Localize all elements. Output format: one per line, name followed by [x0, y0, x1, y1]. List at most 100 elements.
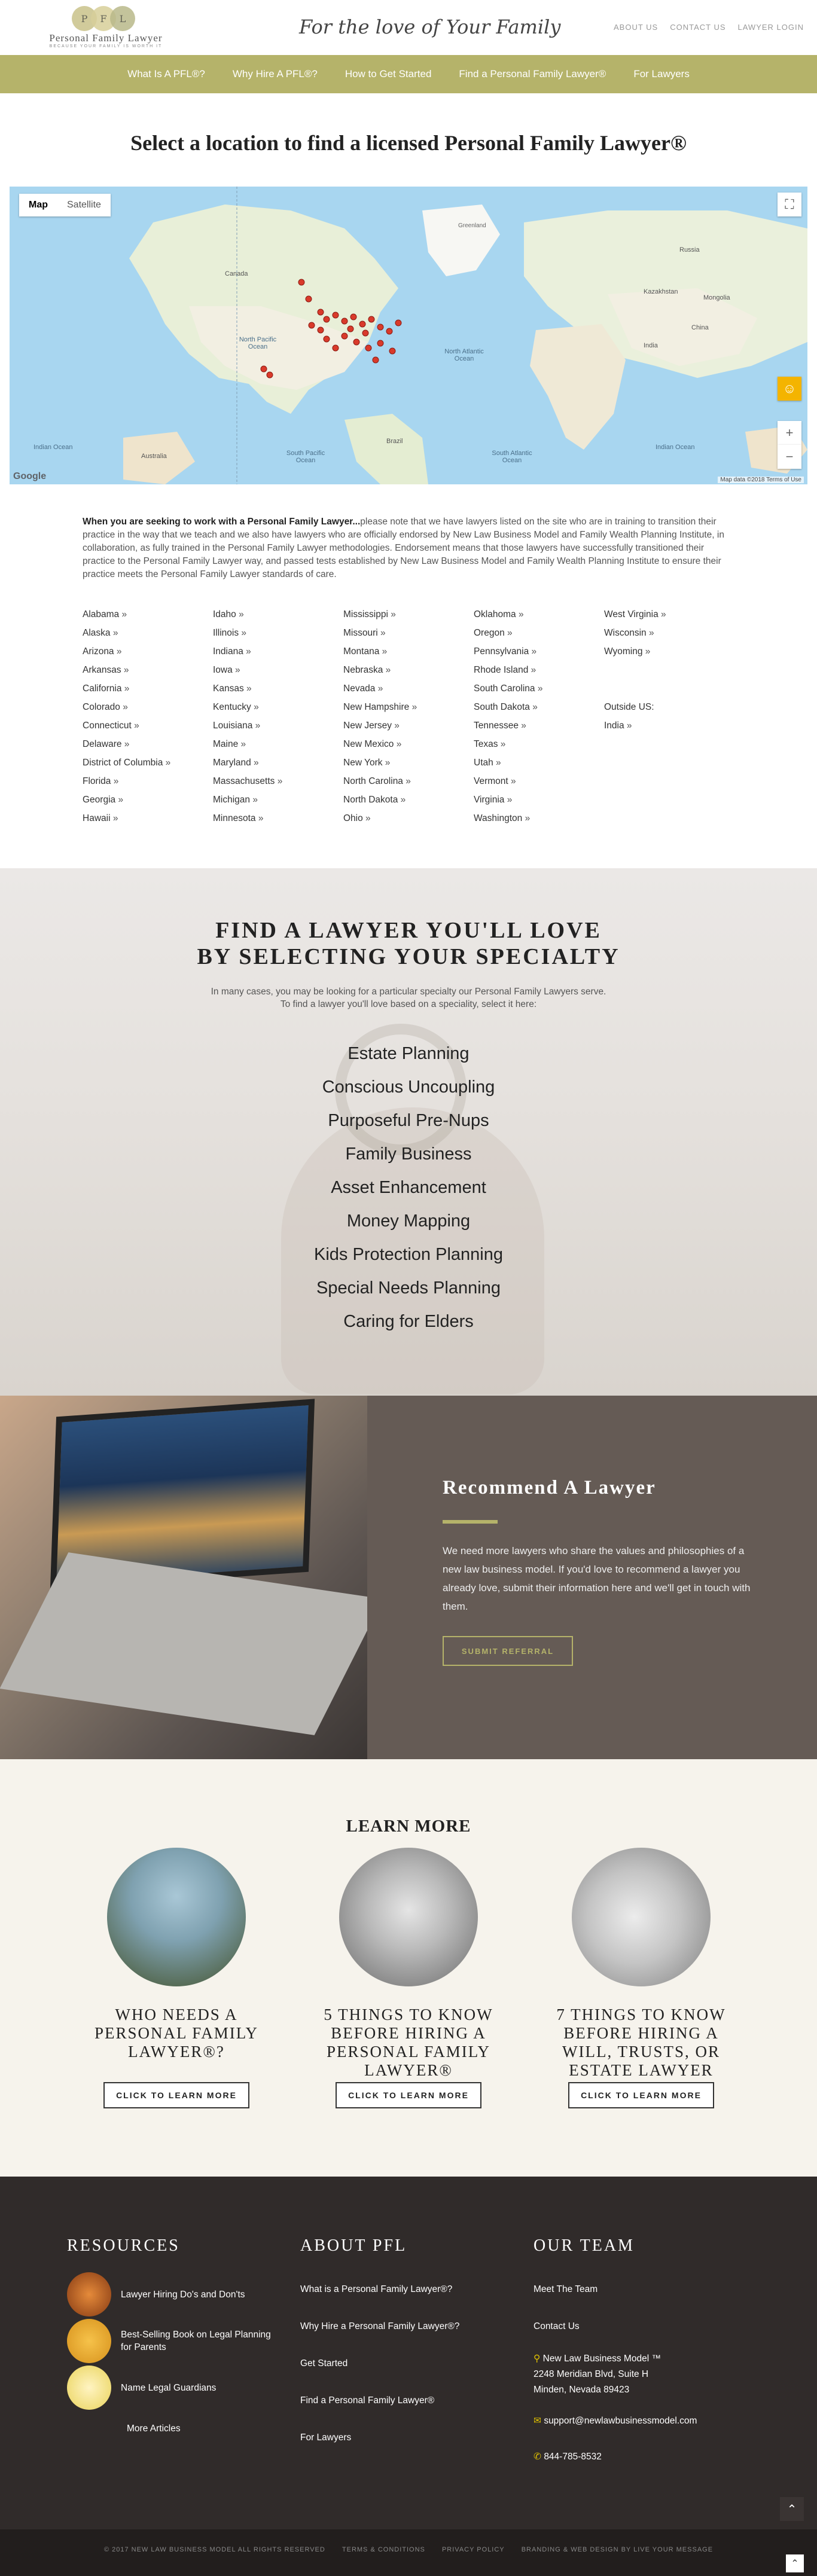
- privacy-link[interactable]: PRIVACY POLICY: [442, 2546, 505, 2553]
- learn-more-button[interactable]: CLICK TO LEARN MORE: [568, 2082, 714, 2108]
- state-link[interactable]: New Mexico: [343, 735, 474, 753]
- specialty-link[interactable]: Family Business: [345, 1137, 471, 1171]
- map-tab-satellite[interactable]: Satellite: [57, 194, 111, 216]
- state-link[interactable]: Ohio: [343, 809, 474, 828]
- state-link[interactable]: Mississippi: [343, 605, 474, 624]
- fullscreen-icon[interactable]: ⛶: [778, 193, 801, 216]
- submit-referral-button[interactable]: SUBMIT REFERRAL: [443, 1636, 573, 1666]
- email-link[interactable]: support@newlawbusinessmodel.com: [544, 2416, 697, 2426]
- state-link[interactable]: Montana: [343, 642, 474, 661]
- resource-item[interactable]: Name Legal Guardians: [67, 2364, 282, 2411]
- specialty-link[interactable]: Kids Protection Planning: [314, 1238, 503, 1271]
- state-link[interactable]: Virginia: [474, 790, 604, 809]
- state-link[interactable]: Louisiana: [213, 716, 343, 735]
- learn-more-button[interactable]: CLICK TO LEARN MORE: [103, 2082, 249, 2108]
- country-link[interactable]: India: [604, 716, 734, 735]
- state-link[interactable]: District of Columbia: [83, 753, 213, 772]
- footer-about-link[interactable]: Why Hire a Personal Family Lawyer®?: [300, 2308, 516, 2345]
- state-link[interactable]: Tennessee: [474, 716, 604, 735]
- state-link[interactable]: California: [83, 679, 213, 698]
- state-link[interactable]: Delaware: [83, 735, 213, 753]
- terms-link[interactable]: TERMS & CONDITIONS: [342, 2546, 425, 2553]
- lawyer-map[interactable]: Map Satellite ⛶ ☺ + − Google Map data ©2…: [10, 187, 807, 484]
- state-link[interactable]: Minnesota: [213, 809, 343, 828]
- state-link[interactable]: Wisconsin: [604, 624, 734, 642]
- scroll-to-top-icon[interactable]: ⌃: [780, 2497, 804, 2521]
- about-us-link[interactable]: ABOUT US: [614, 23, 658, 32]
- state-link[interactable]: Nebraska: [343, 661, 474, 679]
- chevron-up-icon[interactable]: ⌃: [786, 2554, 804, 2572]
- state-link[interactable]: Vermont: [474, 772, 604, 790]
- resource-link[interactable]: Best-Selling Book on Legal Planning for …: [121, 2328, 282, 2354]
- state-link[interactable]: Wyoming: [604, 642, 734, 661]
- learn-card-title[interactable]: WHO NEEDS A PERSONAL FAMILY LAWYER®?: [87, 2006, 266, 2082]
- state-link[interactable]: Oregon: [474, 624, 604, 642]
- state-link[interactable]: Florida: [83, 772, 213, 790]
- design-credit-link[interactable]: BRANDING & WEB DESIGN BY LIVE YOUR MESSA…: [522, 2546, 713, 2553]
- specialty-link[interactable]: Caring for Elders: [343, 1305, 474, 1338]
- state-link[interactable]: New Hampshire: [343, 698, 474, 716]
- learn-card-title[interactable]: 7 THINGS TO KNOW BEFORE HIRING A WILL, T…: [551, 2006, 731, 2082]
- specialty-link[interactable]: Special Needs Planning: [316, 1271, 501, 1305]
- state-link[interactable]: Kentucky: [213, 698, 343, 716]
- state-link[interactable]: Illinois: [213, 624, 343, 642]
- resource-item[interactable]: Best-Selling Book on Legal Planning for …: [67, 2318, 282, 2364]
- state-link[interactable]: Alaska: [83, 624, 213, 642]
- map-credit[interactable]: Map data ©2018 Terms of Use: [718, 477, 804, 483]
- state-link[interactable]: South Dakota: [474, 698, 604, 716]
- lawyer-login-link[interactable]: LAWYER LOGIN: [738, 23, 804, 32]
- state-link[interactable]: New Jersey: [343, 716, 474, 735]
- resource-link[interactable]: Name Legal Guardians: [121, 2382, 216, 2394]
- state-link[interactable]: Rhode Island: [474, 661, 604, 679]
- state-link[interactable]: Arkansas: [83, 661, 213, 679]
- writing-photo[interactable]: [572, 1848, 711, 1986]
- street-view-icon[interactable]: ☺: [778, 377, 801, 401]
- state-link[interactable]: Utah: [474, 753, 604, 772]
- state-link[interactable]: West Virginia: [604, 605, 734, 624]
- state-link[interactable]: Kansas: [213, 679, 343, 698]
- nav-for-lawyers[interactable]: For Lawyers: [633, 68, 690, 80]
- nav-get-started[interactable]: How to Get Started: [345, 68, 432, 80]
- contact-us-footer-link[interactable]: Contact Us: [534, 2308, 749, 2345]
- zoom-out-icon[interactable]: −: [778, 445, 801, 469]
- state-link[interactable]: Michigan: [213, 790, 343, 809]
- state-link[interactable]: Texas: [474, 735, 604, 753]
- state-link[interactable]: Iowa: [213, 661, 343, 679]
- state-link[interactable]: Colorado: [83, 698, 213, 716]
- footer-about-link[interactable]: Get Started: [300, 2345, 516, 2382]
- resource-item[interactable]: Lawyer Hiring Do's and Don'ts: [67, 2271, 282, 2318]
- resource-link[interactable]: Lawyer Hiring Do's and Don'ts: [121, 2288, 245, 2301]
- state-link[interactable]: Missouri: [343, 624, 474, 642]
- more-articles-link[interactable]: More Articles: [67, 2411, 282, 2447]
- state-link[interactable]: New York: [343, 753, 474, 772]
- state-link[interactable]: Massachusetts: [213, 772, 343, 790]
- state-link[interactable]: Alabama: [83, 605, 213, 624]
- state-link[interactable]: North Dakota: [343, 790, 474, 809]
- state-link[interactable]: Arizona: [83, 642, 213, 661]
- learn-card-title[interactable]: 5 THINGS TO KNOW BEFORE HIRING A PERSONA…: [319, 2006, 498, 2082]
- nav-why-hire-pfl[interactable]: Why Hire A PFL®?: [233, 68, 318, 80]
- specialty-link[interactable]: Asset Enhancement: [331, 1171, 486, 1204]
- family-photo[interactable]: [107, 1848, 246, 1986]
- state-link[interactable]: Pennsylvania: [474, 642, 604, 661]
- state-link[interactable]: Maine: [213, 735, 343, 753]
- zoom-in-icon[interactable]: +: [778, 421, 801, 445]
- phone-link[interactable]: 844-785-8532: [544, 2452, 602, 2462]
- specialty-link[interactable]: Money Mapping: [347, 1204, 470, 1238]
- state-link[interactable]: Washington: [474, 809, 604, 828]
- learn-more-button[interactable]: CLICK TO LEARN MORE: [336, 2082, 481, 2108]
- state-link[interactable]: North Carolina: [343, 772, 474, 790]
- state-link[interactable]: Maryland: [213, 753, 343, 772]
- state-link[interactable]: Nevada: [343, 679, 474, 698]
- state-link[interactable]: South Carolina: [474, 679, 604, 698]
- state-link[interactable]: Georgia: [83, 790, 213, 809]
- specialty-link[interactable]: Conscious Uncoupling: [322, 1070, 495, 1104]
- specialty-link[interactable]: Purposeful Pre-Nups: [328, 1104, 489, 1137]
- meet-team-link[interactable]: Meet The Team: [534, 2271, 749, 2308]
- tablet-photo[interactable]: [339, 1848, 478, 1986]
- nav-what-is-pfl[interactable]: What Is A PFL®?: [127, 68, 205, 80]
- specialty-link[interactable]: Estate Planning: [347, 1037, 469, 1070]
- nav-find-lawyer[interactable]: Find a Personal Family Lawyer®: [459, 68, 606, 80]
- state-link[interactable]: Indiana: [213, 642, 343, 661]
- footer-about-link[interactable]: For Lawyers: [300, 2419, 516, 2456]
